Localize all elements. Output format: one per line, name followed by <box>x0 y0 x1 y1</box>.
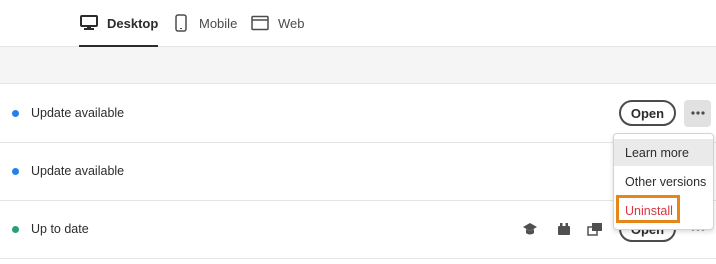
app-row: Update available Open <box>0 84 716 143</box>
status-dot <box>12 109 19 117</box>
uninstall-highlight <box>616 195 680 223</box>
app-row: Up to date Open <box>0 200 716 259</box>
status-dot <box>12 225 19 233</box>
desktop-icon <box>79 14 99 32</box>
more-options-button[interactable] <box>684 99 711 127</box>
platform-tabs: Desktop Mobile Web <box>0 0 716 47</box>
more-icon <box>690 111 705 115</box>
status-text: Update available <box>31 106 125 120</box>
tab-mobile[interactable]: Mobile <box>171 0 237 46</box>
plugins-icon[interactable] <box>556 221 572 237</box>
menu-item-other-versions[interactable]: Other versions <box>614 168 713 195</box>
web-icon <box>250 14 270 32</box>
tab-web[interactable]: Web <box>250 0 305 46</box>
tab-label: Desktop <box>107 15 159 31</box>
status-text: Update available <box>31 164 125 178</box>
section-band <box>0 47 716 84</box>
learn-icon[interactable] <box>522 221 538 237</box>
tab-label: Web <box>278 15 305 31</box>
open-button[interactable]: Open <box>619 100 676 126</box>
menu-item-learn-more[interactable]: Learn more <box>614 139 713 166</box>
share-icon[interactable] <box>587 221 603 237</box>
status-dot <box>12 167 19 175</box>
status-text: Up to date <box>31 222 89 236</box>
mobile-icon <box>171 14 191 32</box>
tab-label: Mobile <box>199 15 238 31</box>
tab-desktop[interactable]: Desktop <box>79 0 159 47</box>
app-row: Update available <box>0 142 716 201</box>
